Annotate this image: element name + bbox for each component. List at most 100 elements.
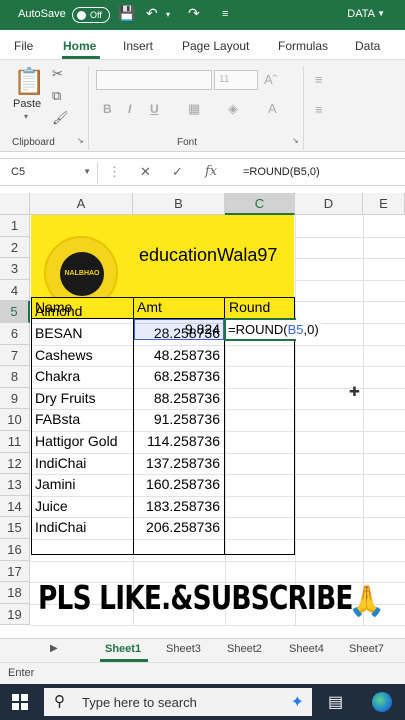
font-launcher-icon[interactable]: ↘ [292, 136, 299, 145]
clipboard-launcher-icon[interactable]: ↘ [77, 136, 84, 145]
underline-icon[interactable]: U [150, 102, 159, 116]
tab-page-layout[interactable]: Page Layout [182, 39, 249, 53]
search-icon: ⚲ [54, 693, 65, 710]
font-size-field[interactable]: 11 [214, 70, 258, 90]
document-name[interactable]: DATA [347, 8, 375, 20]
brand-title: educationWala97 [139, 245, 278, 265]
windows-start-icon[interactable] [12, 694, 28, 710]
group-separator [88, 66, 89, 150]
row-header[interactable]: 10 [0, 409, 30, 431]
tab-formulas[interactable]: Formulas [278, 39, 328, 53]
search-highlight-icon: ✦ [290, 694, 304, 711]
sheet-tab-sheet7[interactable]: Sheet7 [349, 643, 384, 655]
cut-icon[interactable]: ✂ [52, 66, 63, 82]
increase-font-icon[interactable]: Aˆ [264, 72, 277, 87]
redo-icon[interactable]: ↷ [188, 5, 200, 22]
gridline [30, 625, 405, 627]
customize-toolbar-icon[interactable]: ≡ [222, 8, 228, 20]
gridline [295, 215, 296, 626]
sheet-tab-sheet1[interactable]: Sheet1 [105, 643, 141, 655]
sheet-tab-bar [0, 638, 405, 662]
paste-dropdown-icon[interactable]: ▾ [24, 112, 28, 121]
align-top-icon[interactable]: ≡ [315, 72, 323, 87]
row-header[interactable]: 7 [0, 344, 30, 367]
row-header[interactable]: 2 [0, 236, 30, 259]
task-view-icon[interactable]: ▤ [328, 692, 343, 712]
sheet-nav-right-icon[interactable]: ▶ [50, 643, 58, 654]
gridline [30, 560, 405, 562]
row-header[interactable]: 14 [0, 495, 30, 518]
name-box-value: C5 [11, 166, 26, 178]
font-name-field[interactable] [96, 70, 212, 90]
row-header[interactable]: 16 [0, 539, 30, 561]
formula-ref: B5 [287, 322, 304, 337]
confirm-icon[interactable]: ✓ [172, 164, 183, 180]
tab-insert[interactable]: Insert [123, 39, 153, 53]
row-header[interactable]: 4 [0, 279, 30, 302]
italic-icon[interactable]: I [128, 102, 131, 116]
clipboard-group-label: Clipboard [12, 137, 55, 148]
taskbar-search[interactable]: ⚲ Type here to search ✦ [44, 688, 312, 716]
row-header[interactable]: 5 [0, 301, 30, 323]
align-left-icon[interactable]: ≡ [315, 102, 323, 117]
toggle-state: Off [90, 10, 102, 20]
amt-cell-b5[interactable]: 9.824 [134, 321, 223, 337]
sheet-tab-sheet4[interactable]: Sheet4 [289, 643, 324, 655]
row-header[interactable]: 1 [0, 215, 30, 237]
format-painter-icon[interactable]: 🖌 [52, 110, 69, 126]
paste-label[interactable]: Paste [13, 98, 41, 110]
row-header[interactable]: 9 [0, 387, 30, 410]
column-header-d[interactable]: D [295, 193, 363, 215]
status-mode: Enter [8, 667, 35, 679]
row-header[interactable]: 3 [0, 258, 30, 280]
fill-color-icon[interactable]: ◈ [228, 101, 238, 117]
undo-icon[interactable]: ↶ [146, 5, 158, 22]
column-header-b[interactable]: B [133, 193, 225, 215]
ribbon-tabs: File Home Insert Page Layout Formulas Da… [0, 30, 405, 60]
row-header[interactable]: 12 [0, 452, 30, 475]
insert-function-icon[interactable]: fx [205, 164, 217, 179]
sheet-tab-sheet2[interactable]: Sheet2 [227, 643, 262, 655]
ribbon-home: 📋 Paste ▾ ✂ ⧉ 🖌 Clipboard ↘ 11 Aˆ B I U … [0, 60, 405, 152]
column-header-c[interactable]: C [225, 193, 295, 215]
paste-icon[interactable]: 📋 [13, 66, 45, 97]
row-header[interactable]: 19 [0, 603, 30, 626]
group-separator [303, 66, 304, 150]
sheet-tab-sheet3[interactable]: Sheet3 [166, 643, 201, 655]
tab-file[interactable]: File [14, 39, 33, 53]
row-header[interactable]: 15 [0, 517, 30, 539]
cancel-icon[interactable]: ✕ [140, 164, 151, 180]
chevron-down-icon[interactable]: ▼ [83, 167, 91, 176]
save-icon[interactable]: 💾 [118, 5, 135, 22]
name-box[interactable]: C5 ▼ [5, 162, 98, 184]
row-header[interactable]: 17 [0, 560, 30, 583]
row-header[interactable]: 11 [0, 431, 30, 453]
status-bar: Enter [0, 662, 405, 684]
column-header-a[interactable]: A [30, 193, 133, 215]
cell-edit-formula[interactable]: =ROUND(B5,0) [226, 320, 321, 339]
edge-browser-icon[interactable] [372, 692, 392, 712]
borders-icon[interactable]: ▦ [188, 101, 200, 117]
select-all-corner[interactable] [0, 193, 30, 215]
chevron-down-icon[interactable]: ▼ [377, 9, 385, 18]
copy-icon[interactable]: ⧉ [52, 88, 61, 104]
row-header[interactable]: 8 [0, 366, 30, 388]
row-header[interactable]: 18 [0, 582, 30, 604]
font-group-label: Font [177, 137, 198, 148]
windows-taskbar: ⚲ Type here to search ✦ ▤ [0, 684, 405, 720]
tab-data[interactable]: Data [355, 39, 380, 53]
logo-badge: NALBHAO [60, 252, 104, 296]
font-color-icon[interactable]: A [268, 101, 277, 116]
row-header[interactable]: 6 [0, 323, 30, 345]
autosave-toggle[interactable]: Off [72, 7, 110, 23]
bold-icon[interactable]: B [103, 102, 112, 116]
more-icon: ⋮ [108, 164, 121, 179]
subscribe-banner: PLS LIKE.&SUBSCRIBE [38, 578, 353, 617]
search-placeholder: Type here to search [82, 695, 197, 710]
tab-home[interactable]: Home [63, 39, 96, 53]
formula-input[interactable]: =ROUND(B5,0) [243, 166, 320, 178]
undo-dropdown-icon[interactable]: ▾ [166, 10, 170, 19]
row-header[interactable]: 13 [0, 474, 30, 496]
column-header-e[interactable]: E [363, 193, 405, 215]
worksheet-grid[interactable]: A B C D E 1 2 3 4 5 6 7 8 9 10 11 12 13 14 15 16 17 18 19 … [0, 193, 405, 638]
